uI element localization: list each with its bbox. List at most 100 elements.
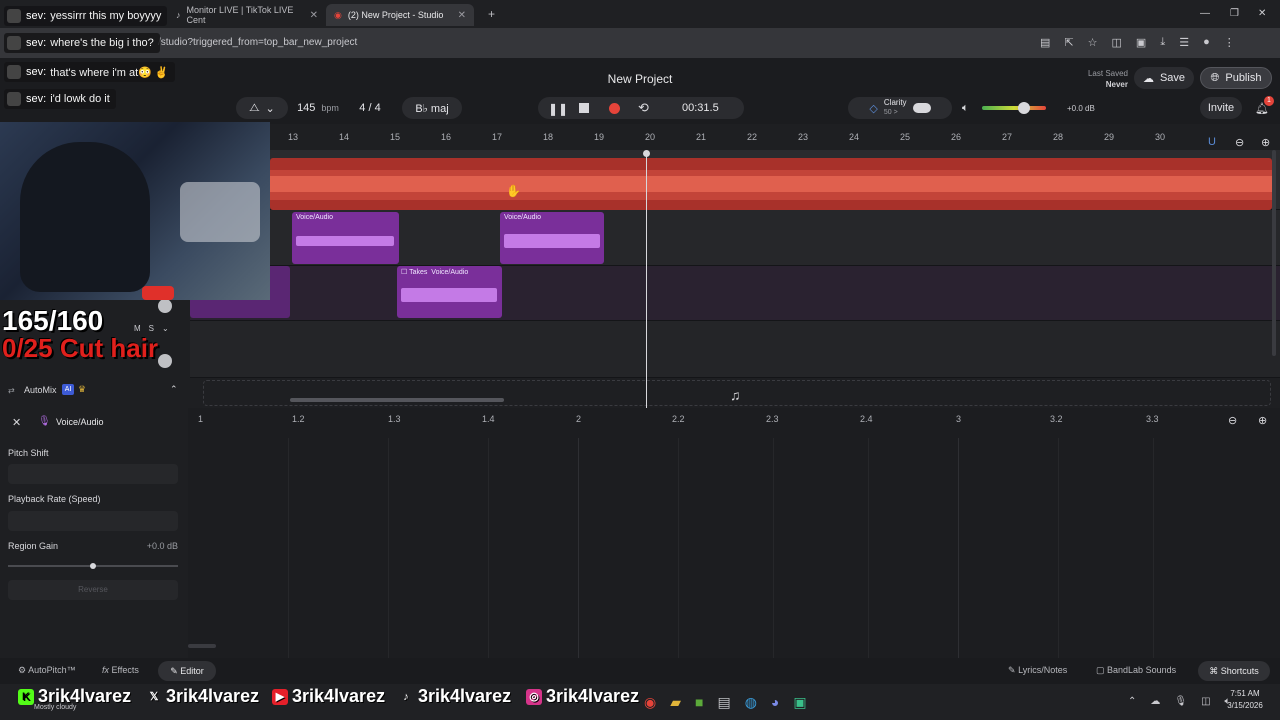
webcam-overlay [0, 122, 270, 300]
install-icon[interactable]: ⇱ [1064, 36, 1073, 49]
diamond-icon: ◇ [869, 102, 878, 115]
ruler-tick: 18 [543, 132, 554, 142]
solo-button[interactable]: S [149, 324, 154, 333]
network-icon[interactable]: ◫ [1201, 696, 1210, 707]
tempo-value: 145 [297, 102, 316, 114]
sidebar-icon[interactable]: ▣ [1136, 36, 1146, 49]
crown-icon: ♛ [78, 384, 87, 394]
publish-label: Publish [1225, 72, 1262, 84]
tab-effects[interactable]: fx Effects [102, 665, 139, 675]
edge-icon[interactable]: ◍ [745, 694, 757, 711]
tab-tiktok-monitor[interactable]: ♪ Monitor LIVE | TikTok LIVE Cent ✕ [168, 4, 326, 26]
add-instrument-icon[interactable]: ♫ [730, 387, 741, 403]
voice-clip[interactable]: Voice/Audio [500, 212, 604, 264]
discord-icon[interactable]: ◕ [771, 694, 779, 711]
zoom-in-icon[interactable]: ⊕ [1261, 136, 1270, 149]
ruler-tick: 25 [900, 132, 911, 142]
clarity-toggle[interactable] [912, 103, 931, 113]
key-selector[interactable]: B♭ maj [402, 97, 462, 119]
loop-icon[interactable]: ⟲ [638, 100, 649, 116]
social-handle: 3rik4lvarez [166, 686, 260, 706]
track-header-controls: M S ⌄ [134, 324, 169, 333]
time-signature[interactable]: 4 / 4 [350, 97, 390, 119]
avatar [7, 92, 21, 106]
playhead-handle[interactable] [643, 150, 650, 157]
folder-icon[interactable]: ▰ [670, 694, 681, 711]
stop-button[interactable] [579, 103, 589, 113]
pen-icon: ✎ [1008, 665, 1016, 675]
clarity-control[interactable]: ◇ Clarity 50 > [848, 97, 952, 119]
chat-message: sev: that's where i'm at😳 ✌ [4, 62, 175, 82]
minecraft-icon[interactable]: ■ [695, 694, 703, 711]
slider-thumb[interactable] [90, 563, 96, 569]
reading-icon[interactable]: ▤ [1040, 36, 1050, 49]
volume-knob[interactable] [1018, 102, 1030, 114]
automix-label[interactable]: AutoMix [24, 385, 57, 395]
chrome-icon[interactable]: ◉ [644, 694, 656, 711]
bandlab-sounds-button[interactable]: ▢ BandLab Sounds [1096, 665, 1176, 676]
close-icon[interactable]: ✕ [12, 416, 21, 429]
close-icon[interactable]: ✕ [458, 10, 466, 21]
timeline-ruler[interactable]: 13 14 15 16 17 18 19 20 21 22 23 24 25 26 27 28 29 30 [270, 128, 1280, 146]
zoom-out-icon[interactable]: ⊖ [1228, 414, 1237, 427]
chat-username: sev: [26, 10, 47, 22]
chevron-up-icon[interactable]: ⌃ [170, 384, 178, 395]
volume-knob[interactable] [158, 354, 172, 368]
menu-icon[interactable]: ☰ [1179, 36, 1189, 49]
new-tab-button[interactable]: + [488, 7, 495, 21]
tab-editor[interactable]: ✎ Editor [158, 661, 216, 681]
horizontal-scrollbar[interactable] [290, 398, 504, 402]
close-window-button[interactable]: ✕ [1258, 8, 1266, 19]
social-tiktok: ♪ 3rik4lvarez [398, 686, 511, 707]
editor-ruler-tick: 1 [198, 414, 204, 424]
playback-rate-stepper[interactable] [8, 511, 178, 531]
chevron-up-icon[interactable]: ⌃ [1128, 696, 1136, 707]
lyrics-notes-button[interactable]: ✎ Lyrics/Notes [1008, 665, 1067, 676]
store-icon[interactable]: ▤ [717, 694, 730, 711]
zoom-in-icon[interactable]: ⊕ [1258, 414, 1267, 427]
vertical-scrollbar[interactable] [1272, 150, 1276, 356]
tab-autopitch[interactable]: ⚙︎ AutoPitch™ [18, 665, 76, 676]
pitch-shift-stepper[interactable] [8, 464, 178, 484]
invite-button[interactable]: Invite [1200, 97, 1242, 119]
playback-rate-label: Playback Rate (Speed) [8, 494, 101, 504]
extensions-icon[interactable]: ◫ [1112, 36, 1122, 49]
app-icon[interactable]: ▣ [793, 694, 806, 711]
minimize-button[interactable]: — [1200, 8, 1210, 19]
pause-button[interactable]: ❚❚ [548, 102, 568, 116]
reverse-button[interactable]: Reverse [8, 580, 178, 600]
close-icon[interactable]: ✕ [310, 10, 318, 21]
url-field[interactable]: /studio?triggered_from=top_bar_new_proje… [158, 37, 357, 48]
more-icon[interactable]: ⋮ [1224, 36, 1235, 49]
publish-button[interactable]: 🌐︎ Publish [1200, 67, 1272, 89]
volume-knob[interactable] [158, 299, 172, 313]
speaker-icon[interactable]: 🔈︎ [962, 102, 969, 115]
clock[interactable]: 7:51 AM 3/15/2026 [1222, 688, 1268, 712]
shortcuts-label: Shortcuts [1220, 666, 1259, 676]
metronome-button[interactable]: ⧍ ⌄ [236, 97, 288, 119]
editor-scrollbar[interactable] [188, 644, 216, 648]
profile-icon[interactable]: ● [1203, 36, 1210, 49]
bookmark-star-icon[interactable]: ☆ [1088, 36, 1098, 49]
shortcuts-button[interactable]: ⌘ Shortcuts [1198, 661, 1270, 681]
download-icon[interactable]: ⤓ [1160, 36, 1165, 49]
tab-studio[interactable]: ◉ (2) New Project - Studio ✕ [326, 4, 474, 26]
tempo-field[interactable]: 145 bpm [290, 97, 346, 119]
editor-ruler-tick: 2.2 [672, 414, 685, 424]
chevron-down-icon[interactable]: ⌄ [162, 324, 169, 333]
tiktok-icon: ♪ [176, 10, 181, 20]
zoom-out-icon[interactable]: ⊖ [1235, 136, 1244, 149]
mic-icon[interactable]: 🎙︎ [1174, 696, 1187, 707]
restore-button[interactable]: ❐ [1230, 8, 1239, 19]
mute-button[interactable]: M [134, 324, 141, 333]
voice-clip[interactable]: Voice/Audio [292, 212, 399, 264]
x-icon: 𝕏 [149, 690, 159, 703]
takes-clip[interactable]: ☐ Takes Voice/Audio [397, 266, 502, 318]
beat-clip[interactable] [270, 158, 1272, 210]
master-volume-slider[interactable] [982, 106, 1046, 110]
save-button[interactable]: ☁ Save [1134, 67, 1194, 89]
snap-magnet-icon[interactable]: U [1208, 136, 1216, 148]
cloud-icon[interactable]: ☁ [1150, 696, 1160, 707]
record-button[interactable] [609, 103, 620, 114]
playhead[interactable] [646, 152, 647, 408]
